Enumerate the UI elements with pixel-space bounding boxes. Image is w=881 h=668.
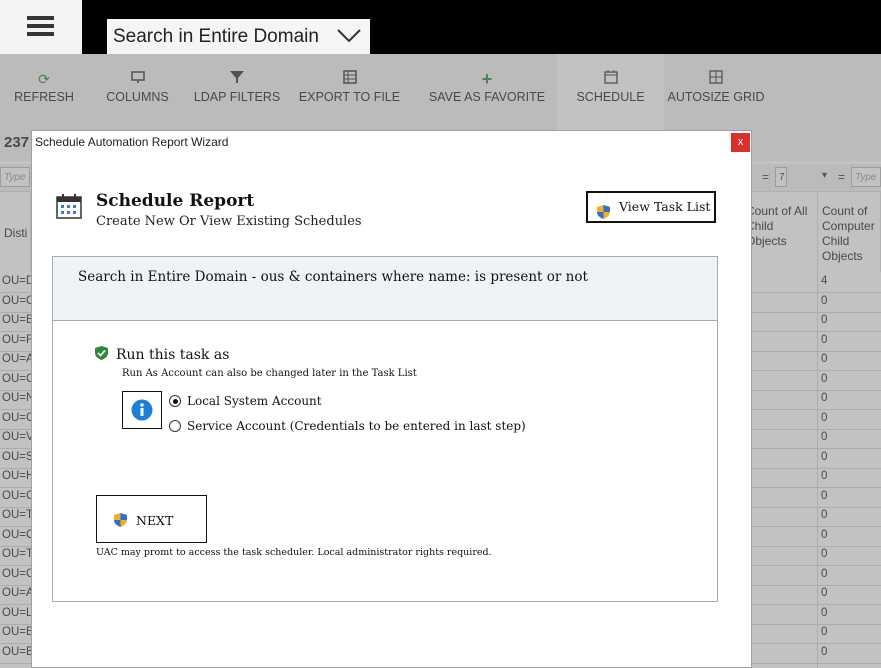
calendar-icon bbox=[56, 193, 82, 219]
hamburger-icon bbox=[27, 16, 54, 20]
view-task-list-button[interactable]: View Task List bbox=[586, 191, 716, 223]
next-button[interactable]: NEXT bbox=[96, 495, 207, 543]
dialog-titlebar: Schedule Automation Report Wizard x bbox=[32, 131, 751, 154]
shield-check-icon bbox=[95, 346, 108, 365]
close-button[interactable]: x bbox=[731, 133, 750, 152]
search-title-text: Search in Entire Domain bbox=[113, 26, 319, 47]
radio-local-system[interactable] bbox=[169, 395, 181, 407]
report-summary-bar: Search in Entire Domain - ous & containe… bbox=[53, 257, 717, 321]
radio-local-system-label[interactable]: Local System Account bbox=[187, 394, 322, 408]
menu-button[interactable] bbox=[0, 0, 82, 54]
run-as-note: Run As Account can also be changed later… bbox=[122, 368, 417, 379]
uac-note: UAC may promt to access the task schedul… bbox=[96, 547, 492, 558]
radio-service-account[interactable] bbox=[169, 420, 181, 432]
schedule-wizard-dialog: Schedule Automation Report Wizard x Sche… bbox=[31, 130, 752, 668]
view-task-list-label: View Task List bbox=[619, 199, 711, 214]
uac-shield-icon bbox=[597, 201, 610, 229]
hamburger-icon-line bbox=[27, 24, 54, 28]
next-label: NEXT bbox=[136, 513, 174, 528]
dialog-heading: Schedule Report bbox=[96, 191, 255, 211]
dialog-title: Schedule Automation Report Wizard bbox=[35, 135, 229, 149]
report-summary: Search in Entire Domain - ous & containe… bbox=[78, 269, 588, 285]
search-title-dropdown[interactable]: Search in Entire Domain bbox=[107, 19, 370, 54]
dialog-subheading: Create New Or View Existing Schedules bbox=[96, 214, 362, 229]
chevron-down-icon bbox=[336, 21, 362, 57]
uac-shield-icon bbox=[114, 513, 127, 530]
info-box bbox=[122, 391, 162, 429]
hamburger-icon-line bbox=[27, 32, 54, 36]
info-icon bbox=[131, 399, 153, 421]
radio-service-account-label[interactable]: Service Account (Credentials to be enter… bbox=[187, 419, 526, 433]
run-as-title: Run this task as bbox=[116, 347, 230, 363]
